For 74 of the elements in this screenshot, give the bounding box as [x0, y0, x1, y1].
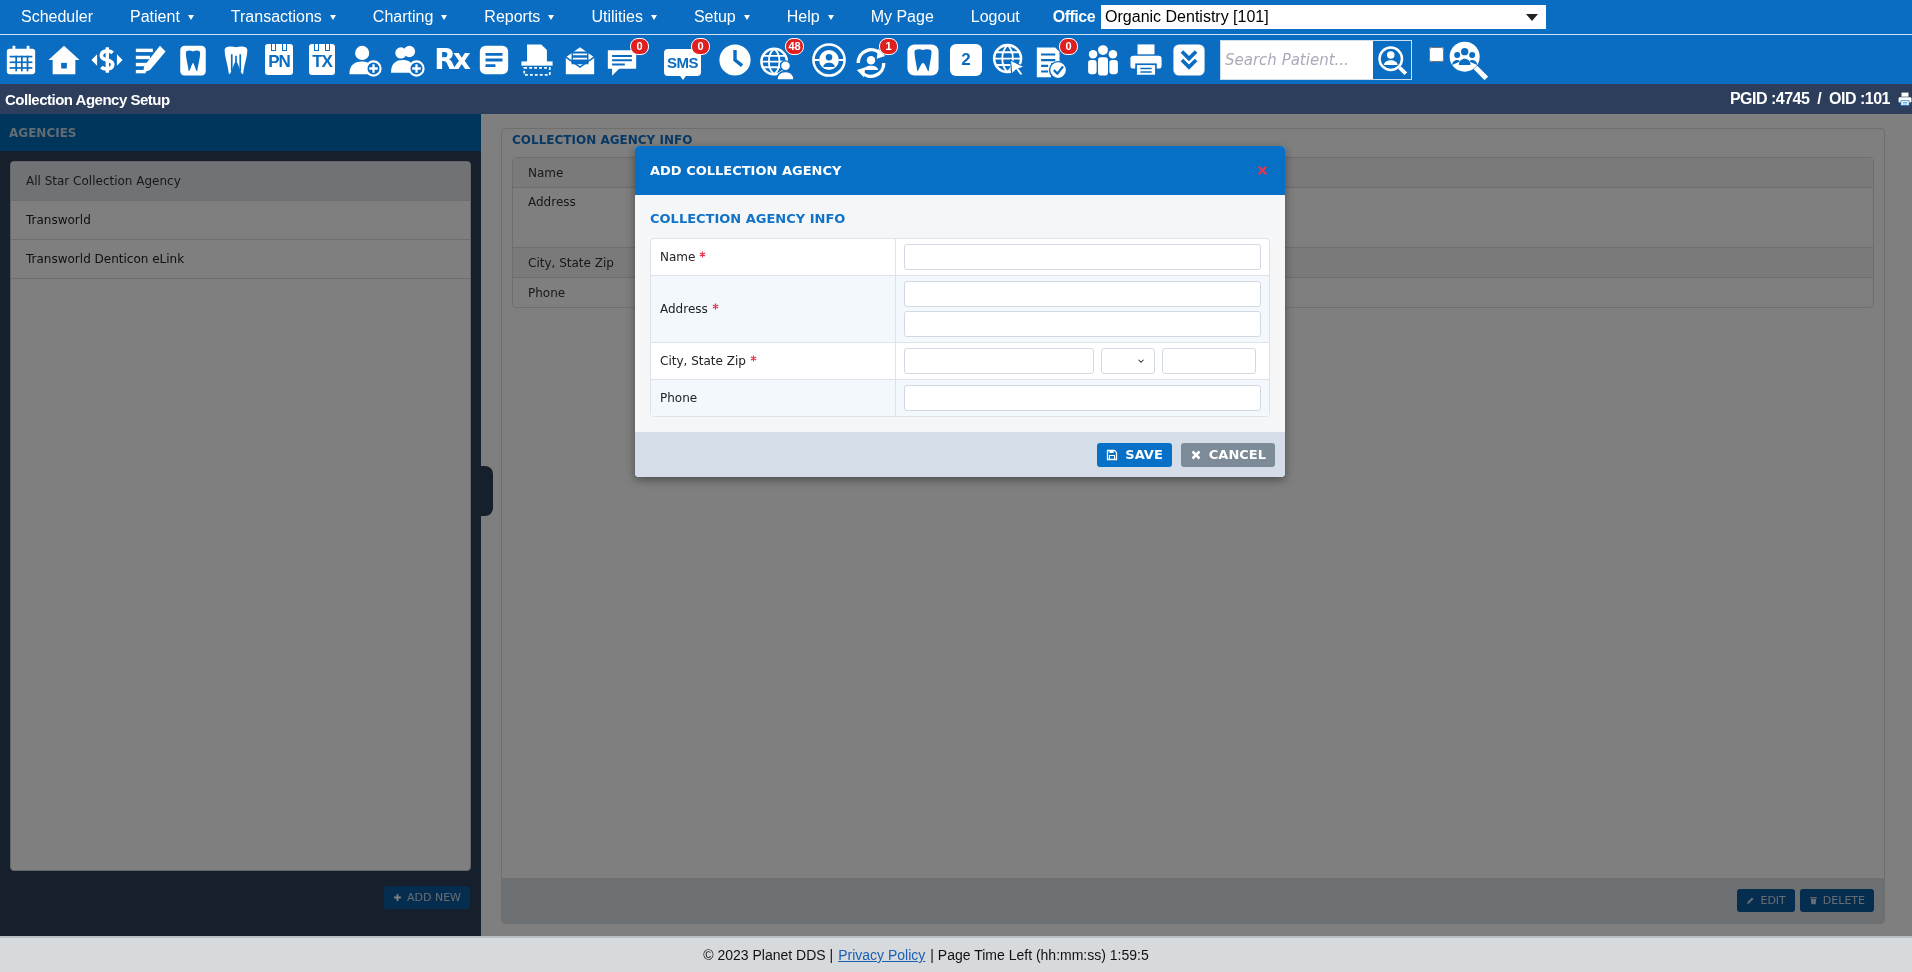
document-check-icon [1034, 45, 1068, 80]
toolbar-button[interactable] [811, 40, 847, 79]
input-field[interactable] [904, 348, 1094, 374]
page-ids: PGID :4745 / OID :101 [1729, 90, 1890, 108]
tooth-icon [906, 42, 940, 77]
printer-icon [1129, 42, 1163, 77]
save-button[interactable]: SAVE [1097, 442, 1172, 467]
pencil-icon [1746, 896, 1756, 905]
menu-dropdown[interactable]: Setup [676, 8, 767, 26]
splitter-handle[interactable] [481, 466, 493, 516]
menu-dropdown[interactable]: Transactions [213, 8, 353, 26]
dialog-title: ADD COLLECTION AGENCY [650, 163, 842, 178]
office-select[interactable]: Organic Dentistry [101] [1101, 5, 1547, 29]
toolbar-button[interactable]: SMS 0 [664, 37, 710, 82]
toolbar-button[interactable]: 0 [1034, 37, 1078, 82]
agency-list-item[interactable]: All Star Collection Agency [11, 162, 470, 201]
menu-item[interactable]: Scheduler [4, 8, 111, 26]
clock-icon [718, 42, 752, 77]
plus-icon [392, 893, 402, 902]
menu-dropdown[interactable]: Utilities [574, 8, 674, 26]
globe-cursor-icon [992, 42, 1026, 77]
input-field[interactable] [904, 311, 1261, 337]
office-label: Office [1052, 8, 1096, 26]
toolbar-button[interactable]: 0 [605, 37, 649, 82]
checkbox[interactable] [1429, 47, 1444, 62]
field-label: Name [660, 250, 696, 264]
notification-badge: 48 [785, 37, 804, 55]
menu-dropdown[interactable]: Reports [467, 8, 572, 26]
menu-item[interactable]: My Page [853, 8, 951, 26]
cancel-button[interactable]: CANCEL [1180, 442, 1275, 467]
agency-list-item[interactable]: Transworld [11, 201, 470, 240]
input-field[interactable] [904, 244, 1261, 270]
row-label: Phone [528, 285, 566, 300]
chevrons-down-icon [1172, 42, 1206, 77]
section-title: COLLECTION AGENCY INFO [650, 210, 847, 228]
trash-icon [1808, 896, 1818, 905]
toolbar-button[interactable]: Rx [433, 40, 469, 79]
row-label: City, State Zip [528, 255, 614, 270]
toolbar-button[interactable]: 1 [854, 37, 898, 82]
panel-header: AGENCIES [0, 114, 481, 151]
save-icon [1106, 448, 1119, 461]
menu-dropdown[interactable]: Charting [355, 8, 465, 26]
copyright-text: © 2023 Planet DDS | [703, 947, 834, 963]
refresh-person-icon [854, 45, 888, 80]
edit-button[interactable]: EDIT [1737, 889, 1795, 912]
input-field[interactable] [904, 385, 1261, 411]
field-label: City, State Zip [660, 354, 746, 368]
close-icon [1257, 165, 1268, 176]
agency-list-item[interactable]: Transworld Denticon eLink [11, 240, 470, 279]
scanner-icon [520, 42, 554, 77]
notification-badge: 0 [630, 37, 649, 55]
add-new-button[interactable]: ADD NEW [383, 886, 470, 909]
group-icon [1086, 42, 1120, 77]
globe-person-icon [812, 42, 846, 77]
notification-badge: 1 [879, 37, 898, 55]
row-label: Name [528, 165, 564, 180]
privacy-policy-link[interactable]: Privacy Policy [838, 947, 926, 963]
menu-dropdown[interactable]: Patient [113, 8, 211, 26]
menu-dropdown[interactable]: Help [769, 8, 851, 26]
input-field[interactable] [904, 281, 1261, 307]
caret-icon [1526, 13, 1539, 21]
row-label: Address [528, 195, 576, 209]
menu-item[interactable]: Logout [953, 8, 1037, 26]
toolbar-button[interactable]: 48 [760, 37, 804, 82]
page-time-left: | Page Time Left (hh:mm:ss) 1:59:5 [930, 947, 1149, 963]
input-field[interactable] [1162, 348, 1256, 374]
field-label: Phone [660, 391, 698, 405]
group-search-icon [1448, 39, 1488, 80]
notification-badge: 0 [691, 37, 710, 55]
field-label: Address [660, 302, 708, 316]
page-title: Collection Agency Setup [5, 90, 170, 108]
section-title: COLLECTION AGENCY INFO [511, 132, 694, 149]
close-icon [1189, 448, 1202, 461]
notification-badge: 0 [1059, 37, 1078, 55]
